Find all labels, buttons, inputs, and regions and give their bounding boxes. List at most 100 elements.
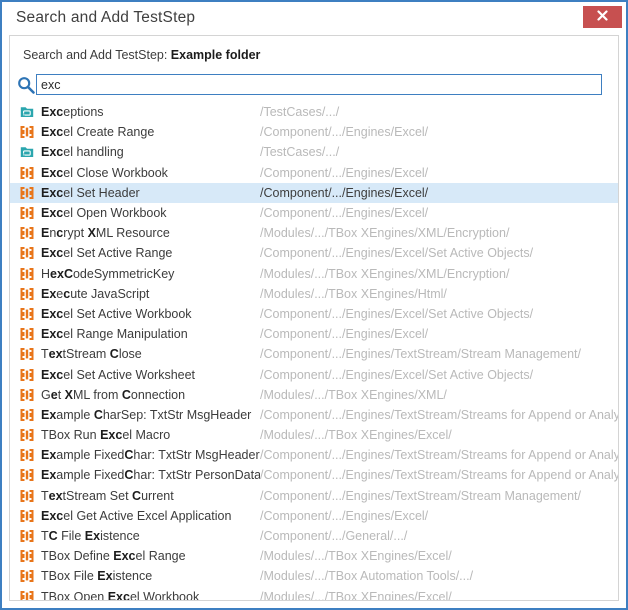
teststep-path: /Component/.../Engines/Excel/	[260, 185, 429, 200]
teststep-path: /TestCases/.../	[260, 145, 340, 160]
teststep-name: Excel Get Active Excel Application	[41, 508, 232, 523]
close-button[interactable]	[583, 6, 622, 28]
teststep-name: TBox Run Excel Macro	[41, 428, 171, 443]
dialog-body-panel: Search and Add TestStep: Example folder …	[9, 35, 619, 601]
teststep-icon	[20, 166, 34, 180]
teststep-path: /Component/.../Engines/TextStream/Stream…	[260, 468, 618, 483]
list-item[interactable]: Excel Set Active Range/Component/.../Eng…	[10, 243, 618, 263]
list-item[interactable]: Excel Set Header/Component/.../Engines/E…	[10, 182, 618, 203]
list-item[interactable]: TBox Define Excel Range/Modules/.../TBox…	[10, 546, 618, 566]
teststep-name: Excel Set Header	[41, 185, 140, 200]
dialog-subtitle: Search and Add TestStep: Example folder	[23, 48, 260, 62]
teststep-name: Example CharSep: TxtStr MsgHeader	[41, 407, 252, 422]
list-item[interactable]: Excel Get Active Excel Application/Compo…	[10, 506, 618, 526]
teststep-name: Example FixedChar: TxtStr PersonData	[41, 468, 260, 483]
teststep-path: /Component/.../Engines/Excel/	[260, 508, 429, 523]
teststep-icon	[20, 287, 34, 301]
teststep-icon	[20, 408, 34, 422]
teststep-icon	[20, 267, 34, 281]
dialog-titlebar: Search and Add TestStep	[2, 2, 626, 35]
list-item[interactable]: Example FixedChar: TxtStr PersonData/Com…	[10, 465, 618, 485]
list-item[interactable]: Excel handling/TestCases/.../	[10, 142, 618, 162]
teststep-path: /Component/.../Engines/Excel/	[260, 125, 429, 140]
teststep-icon	[20, 368, 34, 382]
teststep-path: /Component/.../Engines/TextStream/Stream…	[260, 407, 618, 422]
teststep-icon	[20, 468, 34, 482]
teststep-icon	[20, 206, 34, 220]
dialog-title: Search and Add TestStep	[16, 9, 196, 26]
list-item[interactable]: Excel Close Workbook/Component/.../Engin…	[10, 163, 618, 183]
list-item[interactable]: TC File Existence/Component/.../General/…	[10, 526, 618, 546]
teststep-name: Execute JavaScript	[41, 286, 150, 301]
teststep-path: /Component/.../Engines/TextStream/Stream…	[260, 448, 618, 463]
teststep-path: /Modules/.../TBox Automation Tools/.../	[260, 569, 474, 584]
teststep-icon	[20, 569, 34, 583]
teststep-name: Excel Set Active Range	[41, 246, 173, 261]
list-item[interactable]: Encrypt XML Resource/Modules/.../TBox XE…	[10, 223, 618, 243]
list-item[interactable]: Example CharSep: TxtStr MsgHeader/Compon…	[10, 405, 618, 425]
teststep-name: Excel Range Manipulation	[41, 327, 188, 342]
teststep-name: Excel handling	[41, 145, 124, 160]
list-item[interactable]: Excel Create Range/Component/.../Engines…	[10, 122, 618, 142]
teststep-name: TC File Existence	[41, 529, 140, 544]
list-item[interactable]: TBox Run Excel Macro/Modules/.../TBox XE…	[10, 425, 618, 445]
teststep-name: Example FixedChar: TxtStr MsgHeader	[41, 448, 260, 463]
teststep-icon	[20, 186, 34, 200]
folder-icon	[20, 145, 34, 159]
teststep-icon	[20, 246, 34, 260]
teststep-icon	[20, 529, 34, 543]
teststep-path: /Modules/.../TBox XEngines/Excel/	[260, 549, 452, 564]
teststep-path: /Modules/.../TBox XEngines/XML/	[260, 387, 447, 402]
list-item[interactable]: TBox File Existence/Modules/.../TBox Aut…	[10, 566, 618, 586]
teststep-icon	[20, 125, 34, 139]
teststep-path: /TestCases/.../	[260, 105, 340, 120]
list-item[interactable]: Execute JavaScript/Modules/.../TBox XEng…	[10, 284, 618, 304]
list-item[interactable]: HexCodeSymmetricKey/Modules/.../TBox XEn…	[10, 264, 618, 284]
list-item[interactable]: TextStream Set Current/Component/.../Eng…	[10, 486, 618, 506]
teststep-path: /Modules/.../TBox XEngines/XML/Encryptio…	[260, 226, 510, 241]
teststep-icon	[20, 448, 34, 462]
teststep-icon	[20, 549, 34, 563]
teststep-name: TBox Open Excel Workbook	[41, 589, 200, 600]
teststep-icon	[20, 327, 34, 341]
list-item[interactable]: Example FixedChar: TxtStr MsgHeader/Comp…	[10, 445, 618, 465]
teststep-path: /Modules/.../TBox XEngines/Excel/	[260, 428, 452, 443]
search-add-teststep-dialog: Search and Add TestStep Search and Add T…	[0, 0, 628, 610]
teststep-path: /Component/.../Engines/Excel/	[260, 165, 429, 180]
teststep-icon	[20, 428, 34, 442]
list-item[interactable]: TextStream Close/Component/.../Engines/T…	[10, 344, 618, 364]
folder-icon	[20, 105, 34, 119]
teststep-icon	[20, 590, 34, 600]
list-item[interactable]: Get XML from Connection/Modules/.../TBox…	[10, 385, 618, 405]
teststep-path: /Component/.../General/.../	[260, 529, 408, 544]
list-item[interactable]: TBox Open Excel Workbook/Modules/.../TBo…	[10, 587, 618, 600]
teststep-path: /Component/.../Engines/Excel/Set Active …	[260, 246, 534, 261]
teststep-path: /Component/.../Engines/TextStream/Stream…	[260, 347, 581, 362]
teststep-path: /Modules/.../TBox XEngines/Excel/	[260, 589, 452, 600]
list-item[interactable]: Excel Open Workbook/Component/.../Engine…	[10, 203, 618, 223]
teststep-path: /Component/.../Engines/Excel/Set Active …	[260, 306, 534, 321]
subtitle-prefix: Search and Add TestStep:	[23, 48, 171, 62]
teststep-name: Encrypt XML Resource	[41, 226, 170, 241]
teststep-list: Exceptions/TestCases/.../Excel Create Ra…	[10, 102, 618, 600]
teststep-icon	[20, 388, 34, 402]
teststep-icon	[20, 509, 34, 523]
subtitle-target-folder: Example folder	[170, 48, 261, 62]
teststep-name: Excel Close Workbook	[41, 165, 168, 180]
list-item[interactable]: Exceptions/TestCases/.../	[10, 102, 618, 122]
teststep-name: Excel Set Active Workbook	[41, 306, 192, 321]
teststep-name: Exceptions	[41, 105, 104, 120]
list-item[interactable]: Excel Set Active Workbook/Component/.../…	[10, 304, 618, 324]
teststep-name: TBox File Existence	[41, 569, 153, 584]
teststep-icon	[20, 226, 34, 240]
teststep-name: TextStream Close	[41, 347, 142, 362]
teststep-name: Get XML from Connection	[41, 387, 186, 402]
list-item[interactable]: Excel Set Active Worksheet/Component/...…	[10, 364, 618, 384]
teststep-icon	[20, 347, 34, 361]
search-input[interactable]	[36, 74, 602, 95]
teststep-name: TextStream Set Current	[41, 488, 174, 503]
teststep-path: /Component/.../Engines/Excel/	[260, 206, 429, 221]
list-item[interactable]: Excel Range Manipulation/Component/.../E…	[10, 324, 618, 344]
teststep-path: /Modules/.../TBox XEngines/XML/Encryptio…	[260, 266, 510, 281]
teststep-name: HexCodeSymmetricKey	[41, 266, 175, 281]
